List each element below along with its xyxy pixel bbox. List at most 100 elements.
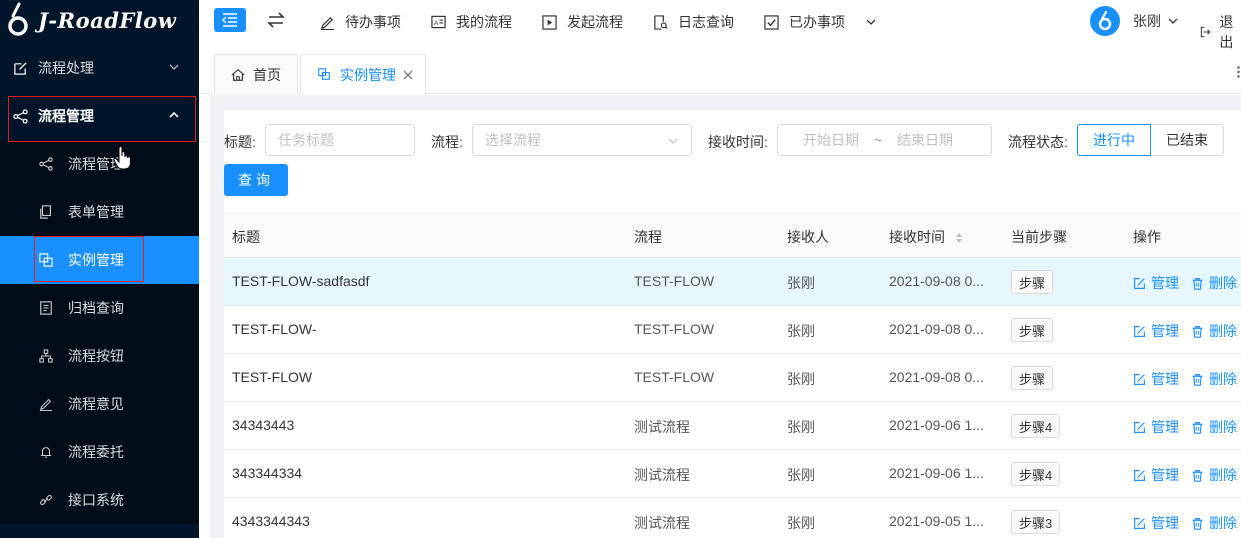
date-range-picker[interactable]: 开始日期 ~ 结束日期 [777,124,992,156]
delete-button[interactable]: 删除 [1191,417,1237,437]
nav-todo[interactable]: 待办事项 [320,0,401,44]
bell-icon [38,444,54,460]
flow-select-placeholder: 选择流程 [485,132,541,148]
title-input[interactable]: 任务标题 [265,124,415,156]
sidebar-item-instance-manage[interactable]: 实例管理 [0,236,199,284]
status-finished-button[interactable]: 已结束 [1150,124,1224,156]
nav-log-query[interactable]: 日志查询 [653,0,734,44]
manage-button[interactable]: 管理 [1133,465,1179,485]
menu-fold-button[interactable] [214,8,246,32]
block-copy-icon [38,252,54,268]
table-row[interactable]: TEST-FLOW-sadfasdf TEST-FLOW 张刚 2021-09-08 … [224,258,1241,306]
sidebar-item-label: 流程管理 [38,108,94,124]
column-header-time[interactable]: 接收时间 [889,227,963,247]
menu-fold-icon [222,13,237,27]
sidebar-item-interface-system[interactable]: 接口系统 [0,476,199,524]
step-tag: 步骤 [1011,318,1054,342]
id-card-icon: A [431,15,446,30]
start-date-placeholder[interactable]: 开始日期 [803,130,859,150]
delete-button[interactable]: 删除 [1191,369,1237,389]
roadflow-logo-icon [8,2,28,36]
manage-button[interactable]: 管理 [1133,417,1179,437]
close-icon[interactable] [403,70,413,80]
step-tag: 步骤4 [1011,462,1061,486]
delete-button[interactable]: 删除 [1191,321,1237,341]
tab-instance-manage[interactable]: 实例管理 [300,54,426,95]
sidebar-item-flow-opinion[interactable]: 流程意见 [0,380,199,428]
tab-label: 实例管理 [340,67,396,83]
trash-icon [1191,517,1204,530]
cell-time: 2021-09-06 1... [889,465,984,481]
sidebar-item-label: 归档查询 [68,300,124,316]
column-header-flow: 流程 [634,229,662,245]
sidebar-item-label: 流程处理 [38,60,94,76]
home-icon [231,68,245,82]
status-in-progress-button[interactable]: 进行中 [1077,124,1151,156]
nav-label: 发起流程 [567,14,623,30]
manage-label: 管理 [1151,467,1179,483]
sidebar-item-archive-query[interactable]: 归档查询 [0,284,199,332]
delete-button[interactable]: 删除 [1191,273,1237,293]
play-square-icon [542,14,557,30]
title-input-placeholder: 任务标题 [278,132,334,148]
edit-icon [1133,517,1146,530]
cell-title: TEST-FLOW- [232,321,317,337]
delete-button[interactable]: 删除 [1191,465,1237,485]
delete-button[interactable]: 删除 [1191,513,1237,533]
sidebar-menu: 流程处理 流程管理 流程管理 表单管理 实例管理 归档查询 流程按钮 流程意见 … [0,44,199,524]
step-tag: 步骤 [1011,366,1054,390]
manage-button[interactable]: 管理 [1133,369,1179,389]
sidebar-item-form-manage[interactable]: 表单管理 [0,188,199,236]
cell-receiver: 张刚 [787,371,815,387]
end-date-placeholder[interactable]: 结束日期 [897,130,953,150]
cell-time: 2021-09-08 0... [889,321,984,337]
sidebar-item-flow-delegate[interactable]: 流程委托 [0,428,199,476]
swap-icon[interactable] [267,11,285,29]
cell-receiver: 张刚 [787,275,815,291]
app-logo[interactable]: J-RoadFlow [0,0,199,40]
status-option-label: 进行中 [1093,132,1135,148]
manage-label: 管理 [1151,275,1179,291]
tab-home[interactable]: 首页 [214,54,298,94]
more-vertical-icon[interactable] [1237,66,1240,78]
manage-button[interactable]: 管理 [1133,513,1179,533]
column-header-actions: 操作 [1133,229,1161,245]
sidebar-item-flow-manage-group[interactable]: 流程管理 [0,92,199,140]
sidebar-item-flow-process[interactable]: 流程处理 [0,44,199,92]
nav-my-flow[interactable]: A 我的流程 [431,0,512,44]
user-menu[interactable]: 张刚 [1090,6,1179,36]
cell-flow: 测试流程 [634,419,690,435]
table-row[interactable]: 4343344343 测试流程 张刚 2021-09-05 1... 步骤3 管理 删除 [224,498,1241,538]
nav-start-flow[interactable]: 发起流程 [542,0,623,44]
cell-time: 2021-09-08 0... [889,369,984,385]
cell-time: 2021-09-06 1... [889,417,984,433]
delete-label: 删除 [1209,275,1237,291]
table-row[interactable]: TEST-FLOW- TEST-FLOW 张刚 2021-09-08 0... 步骤 管理… [224,306,1241,354]
table-row[interactable]: 343344334 测试流程 张刚 2021-09-06 1... 步骤4 管理 删除 [224,450,1241,498]
table-header: 标题 流程 接收人 接收时间 当前步骤 操作 [224,212,1241,258]
sidebar-item-flow-buttons[interactable]: 流程按钮 [0,332,199,380]
query-button[interactable]: 查询 [224,164,288,196]
table-row[interactable]: TEST-FLOW TEST-FLOW 张刚 2021-09-08 0... 步骤 管理 删… [224,354,1241,402]
chevron-down-icon [1168,18,1178,24]
filter-flow-label: 流程: [431,134,463,150]
cell-title: 4343344343 [232,513,310,529]
cell-time: 2021-09-08 0... [889,273,984,289]
manage-label: 管理 [1151,323,1179,339]
chevron-down-icon[interactable] [865,16,877,28]
app-logo-text: J-RoadFlow [38,7,177,33]
sidebar-item-flow-manage[interactable]: 流程管理 [0,140,199,188]
nav-label: 待办事项 [345,14,401,30]
manage-button[interactable]: 管理 [1133,321,1179,341]
flow-select[interactable]: 选择流程 [472,124,692,156]
pen-icon [38,396,54,412]
manage-button[interactable]: 管理 [1133,273,1179,293]
nav-done[interactable]: 已办事项 [764,0,845,44]
cluster-icon [38,348,54,364]
delete-label: 删除 [1209,515,1237,531]
manage-label: 管理 [1151,371,1179,387]
table-row[interactable]: 34343443 测试流程 张刚 2021-09-06 1... 步骤4 管理 删除 [224,402,1241,450]
chevron-down-icon [169,64,179,70]
cell-receiver: 张刚 [787,515,815,531]
cell-flow: 测试流程 [634,515,690,531]
